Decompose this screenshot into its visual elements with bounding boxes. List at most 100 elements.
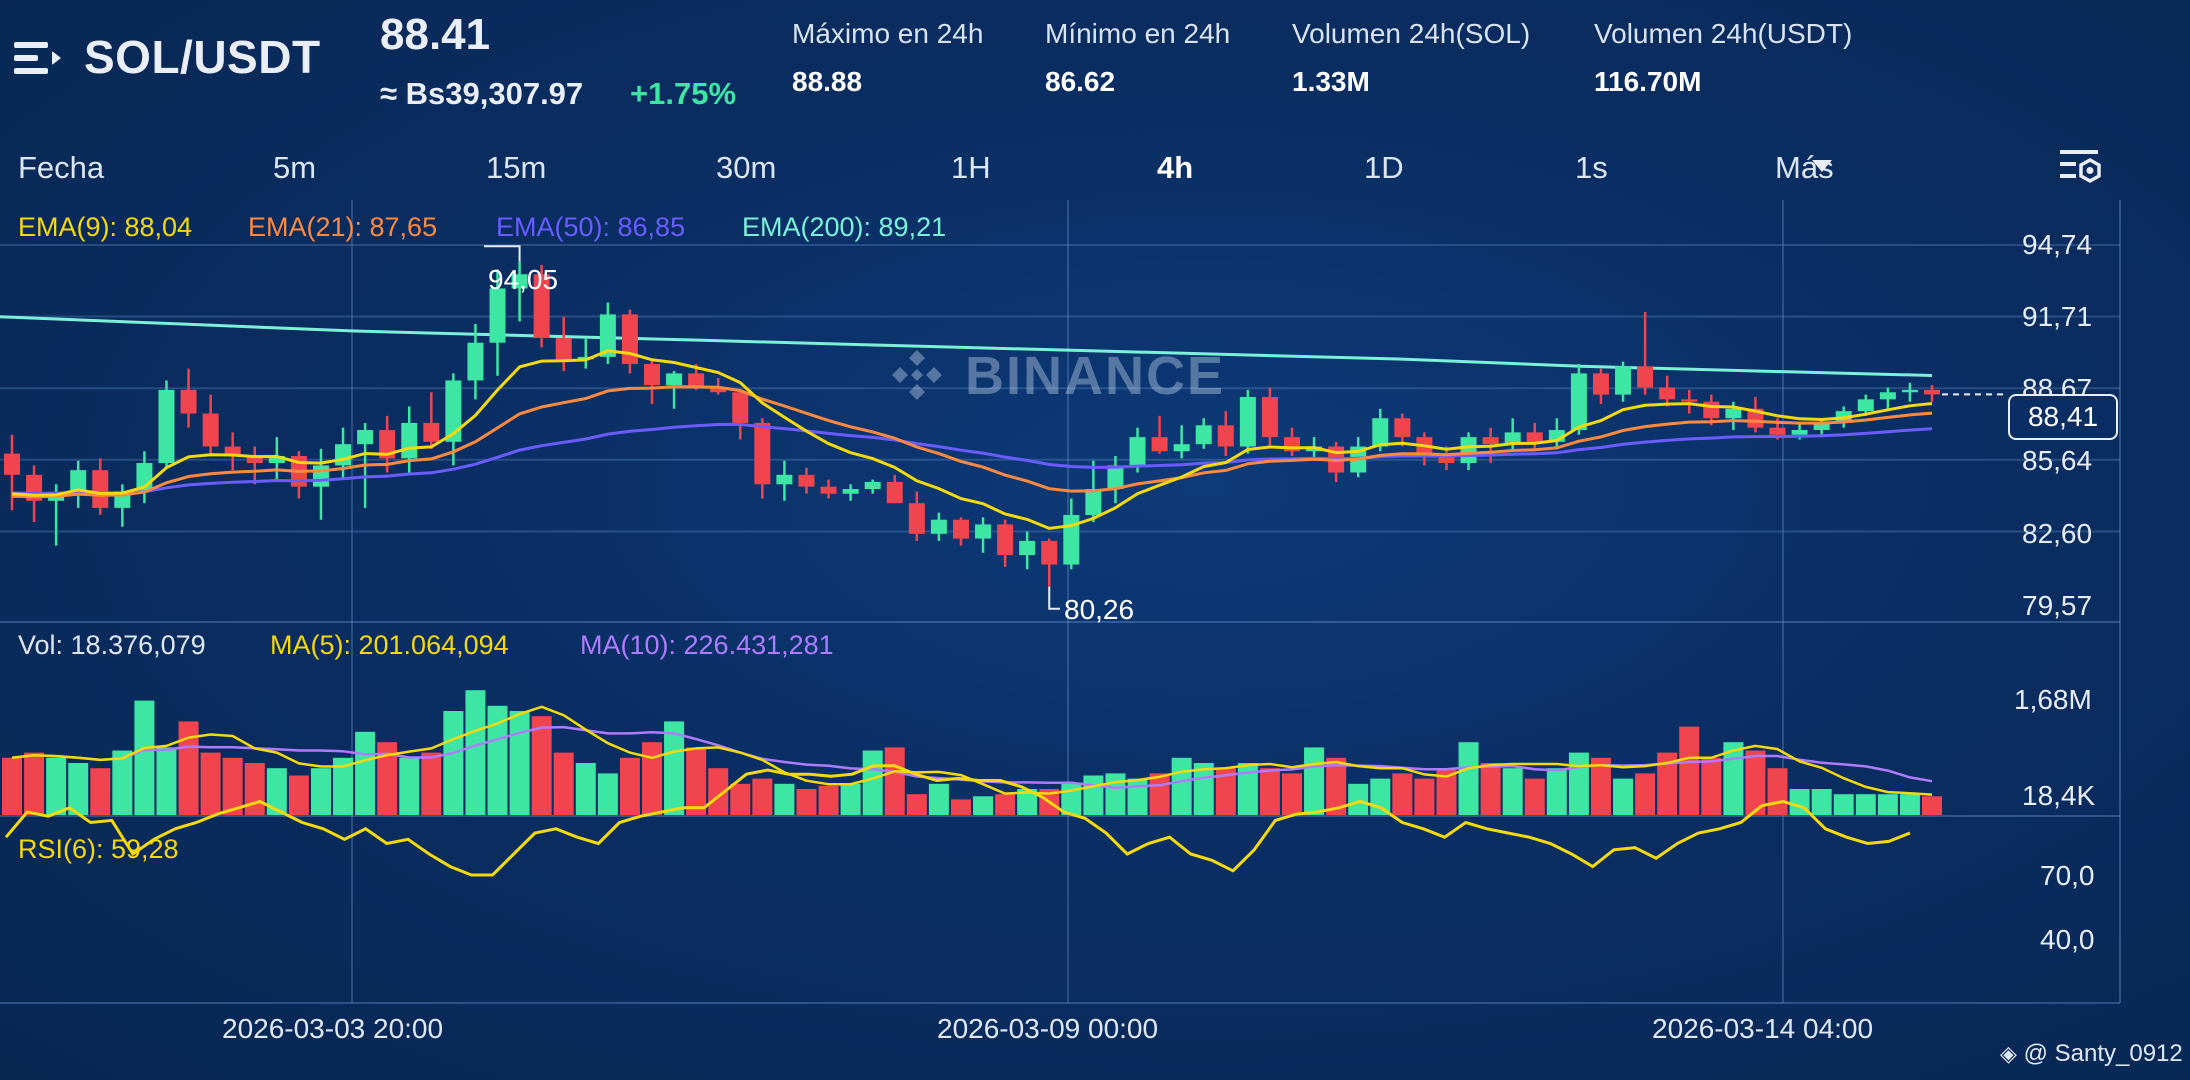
tab-fecha[interactable]: Fecha (18, 150, 104, 186)
stat-volume-base-value: 1.33M (1292, 66, 1370, 97)
candle-up (776, 474, 793, 485)
stat-low-label: Mínimo en 24h (1045, 18, 1231, 49)
volume-bar (1833, 794, 1854, 815)
ema50-legend[interactable]: EMA(50): 86,85 (496, 212, 685, 243)
volume-bar (642, 742, 662, 815)
tab-1s[interactable]: 1s (1575, 150, 1608, 186)
ema200-legend[interactable]: EMA(200): 89,21 (742, 212, 946, 243)
volume-bar (1127, 778, 1148, 815)
tab-15m[interactable]: 15m (486, 150, 546, 186)
candle-up (1615, 366, 1632, 395)
candle-down (1703, 401, 1720, 419)
candle-up (864, 481, 881, 490)
candle-up (1239, 396, 1256, 447)
volume-bar (840, 783, 861, 815)
volume-bar (619, 757, 640, 815)
ma5-legend[interactable]: MA(5): 201.064,094 (270, 630, 509, 661)
volume-bar (928, 783, 949, 815)
candle-up (1879, 392, 1896, 400)
volume-bar (24, 752, 45, 815)
candle-up (312, 465, 329, 487)
volume-bar (1613, 778, 1634, 815)
candle-down (1041, 540, 1058, 565)
candle-down (1482, 437, 1499, 445)
candle-up (158, 389, 175, 464)
candle-up (1372, 418, 1389, 447)
volume-bar (1370, 778, 1391, 815)
pair-title[interactable]: SOL/USDT (84, 30, 321, 84)
binance-logo-icon (892, 350, 942, 400)
price-axis-label: 94,74 (2022, 229, 2093, 260)
volume-bars (2, 690, 1942, 815)
fiat-price: ≈ Bs39,307.97 (380, 76, 584, 111)
rsi-axis-label: 70,0 (2040, 860, 2095, 891)
volume-bar (818, 785, 839, 815)
candle-down (423, 422, 440, 442)
menu-icon[interactable] (14, 38, 61, 78)
ema9-legend[interactable]: EMA(9): 88,04 (18, 212, 192, 243)
author-credit: ◈ @ Santy_0912 (2000, 1040, 2183, 1067)
tab-1h[interactable]: 1H (951, 150, 991, 186)
tab-1d[interactable]: 1D (1364, 150, 1404, 186)
volume-bar (2, 757, 22, 815)
volume-bar (906, 794, 927, 815)
tab-4h[interactable]: 4h (1157, 150, 1193, 186)
volume-bar (1524, 778, 1545, 815)
candle-down (820, 486, 837, 494)
tab-30m[interactable]: 30m (716, 150, 776, 186)
volume-bar (1083, 775, 1104, 815)
chevron-down-icon[interactable] (1812, 160, 1832, 172)
volume-bar (1899, 794, 1920, 815)
volume-bar (1304, 747, 1325, 815)
price-axis-label: 85,64 (2022, 445, 2093, 476)
tab-5m[interactable]: 5m (273, 150, 316, 186)
time-axis-label: 2026-03-14 04:00 (1652, 1013, 1874, 1044)
candle-up (842, 489, 859, 494)
high-marker-label: 94,05 (488, 264, 559, 295)
volume-bar (884, 747, 905, 815)
candle-down (798, 474, 815, 487)
candle-up (1901, 389, 1918, 393)
volume-bar (1767, 768, 1788, 815)
volume-bar (399, 757, 420, 815)
candle-up (357, 430, 374, 445)
candle-down (908, 503, 925, 534)
volume-bar (1546, 768, 1567, 815)
volume-bar (1348, 783, 1369, 815)
volume-bar (531, 716, 552, 815)
volume-bar (509, 711, 530, 815)
candle-down (1526, 432, 1543, 442)
candle-down (886, 481, 903, 504)
volume-bar (1855, 794, 1876, 815)
candle-up (930, 519, 947, 534)
volume-bar (244, 763, 265, 815)
volume-bar (686, 747, 707, 815)
volume-bar (862, 750, 883, 815)
volume-bar (774, 783, 795, 815)
price-change-percent: +1.75% (630, 76, 737, 111)
volume-bar (355, 731, 376, 815)
candle-up (1129, 437, 1146, 466)
volume-legend[interactable]: Vol: 18.376,079 (18, 630, 206, 661)
volume-bar (465, 690, 486, 815)
volume-bar (134, 700, 155, 815)
volume-bar (46, 757, 67, 815)
watermark: BINANCE (965, 346, 1226, 406)
ma10-legend[interactable]: MA(10): 226.431,281 (580, 630, 834, 661)
volume-bar (973, 796, 994, 815)
candle-up (1195, 425, 1212, 445)
volume-bar (1922, 796, 1942, 815)
ema21-legend[interactable]: EMA(21): 87,65 (248, 212, 437, 243)
candle-down (1681, 399, 1698, 402)
volume-bar (1149, 773, 1170, 815)
volume-bar (1105, 773, 1126, 815)
candle-down (4, 453, 20, 475)
chart-settings-icon[interactable] (2058, 146, 2102, 186)
rsi-axis-label: 40,0 (2040, 924, 2095, 955)
stat-high-label: Máximo en 24h (792, 18, 984, 49)
candle-down (1924, 389, 1940, 395)
stat-volume-quote-label: Volumen 24h(USDT) (1594, 18, 1853, 49)
candle-down (1637, 366, 1654, 388)
candle-down (92, 470, 109, 508)
rsi-legend[interactable]: RSI(6): 59,28 (18, 834, 179, 865)
